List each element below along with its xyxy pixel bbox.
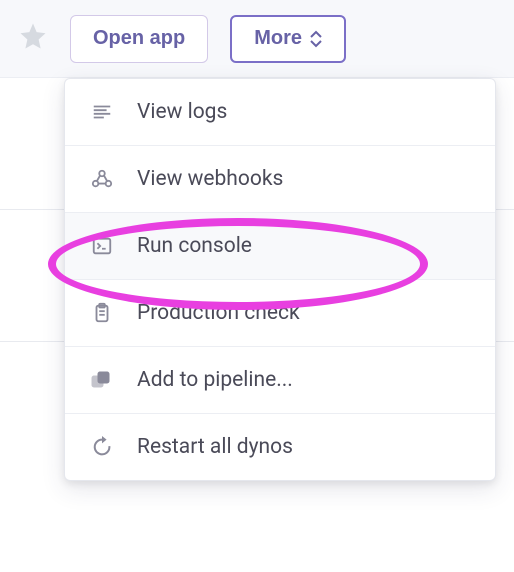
menu-item-label: Restart all dynos [137,435,293,459]
open-app-label: Open app [93,27,185,50]
menu-item-label: View webhooks [137,167,283,191]
menu-item-view-logs[interactable]: View logs [65,79,495,146]
menu-item-production-check[interactable]: Production check [65,280,495,347]
chevron-up-down-icon [310,30,322,48]
menu-item-restart-dynos[interactable]: Restart all dynos [65,414,495,480]
menu-item-add-to-pipeline[interactable]: Add to pipeline... [65,347,495,414]
app-toolbar: Open app More [0,0,514,78]
console-icon [89,233,115,259]
menu-item-label: Run console [137,234,252,258]
favorite-star-icon[interactable] [18,21,48,57]
menu-item-view-webhooks[interactable]: View webhooks [65,146,495,213]
open-app-button[interactable]: Open app [70,15,208,63]
menu-item-label: Production check [137,301,300,325]
pipeline-icon [89,367,115,393]
logs-icon [89,99,115,125]
restart-icon [89,434,115,460]
menu-item-label: View logs [137,100,227,124]
clipboard-icon [89,300,115,326]
more-dropdown: View logs View webhooks Run console [64,78,496,481]
menu-item-run-console[interactable]: Run console [65,213,495,280]
menu-item-label: Add to pipeline... [137,368,293,392]
more-button[interactable]: More [230,15,346,63]
webhooks-icon [89,166,115,192]
more-label: More [254,27,302,50]
